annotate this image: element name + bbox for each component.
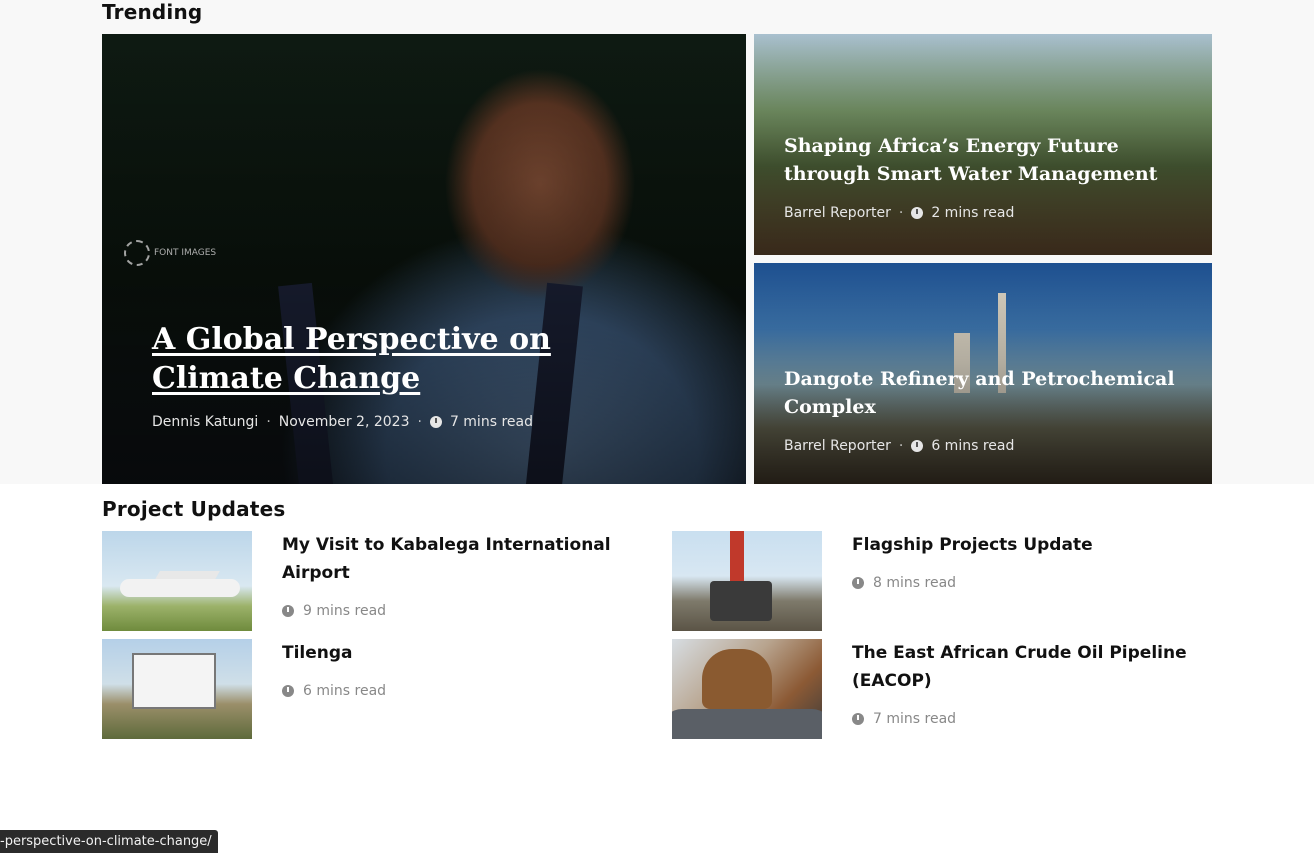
clock-icon: [911, 440, 924, 452]
article-author[interactable]: Dennis Katungi: [152, 414, 258, 430]
featured-article-meta: Dennis Katungi · November 2, 2023 · 7 mi…: [152, 414, 533, 430]
trending-article-title[interactable]: Dangote Refinery and Petrochemical Compl…: [784, 365, 1184, 421]
project-update-title[interactable]: My Visit to Kabalega International Airpo…: [282, 531, 642, 587]
project-update-meta: 7 mins read: [852, 711, 956, 727]
project-update-meta: 6 mins read: [282, 683, 386, 699]
photo-watermark: FONT IMAGES: [124, 240, 216, 266]
drilling-truck-photo[interactable]: [672, 531, 822, 631]
clock-icon: [282, 685, 294, 697]
project-update-title[interactable]: The East African Crude Oil Pipeline (EAC…: [852, 639, 1212, 695]
project-update-title[interactable]: Tilenga: [282, 639, 642, 667]
article-read-time: 6 mins read: [303, 683, 387, 699]
airplane-photo[interactable]: [102, 531, 252, 631]
image-detail: [120, 579, 240, 597]
project-update-meta: 9 mins read: [282, 603, 386, 619]
meta-separator: ·: [417, 414, 422, 430]
project-signboard-photo[interactable]: [102, 639, 252, 739]
watermark-logo-icon: [124, 240, 150, 266]
image-detail: [702, 649, 772, 709]
meta-separator: ·: [266, 414, 271, 430]
trending-heading: Trending: [102, 0, 203, 24]
project-update-title[interactable]: Flagship Projects Update: [852, 531, 1212, 559]
clock-icon: [282, 605, 294, 617]
meta-separator: ·: [898, 438, 904, 454]
image-detail: [710, 581, 772, 621]
pipeline-welder-photo[interactable]: [672, 639, 822, 739]
clock-icon: [429, 416, 442, 428]
clock-icon: [852, 577, 864, 589]
trending-article-title[interactable]: Shaping Africa’s Energy Future through S…: [784, 132, 1184, 188]
article-author[interactable]: Barrel Reporter: [784, 438, 891, 454]
meta-separator: ·: [898, 205, 904, 221]
trending-article-meta: Barrel Reporter · 2 mins read: [784, 205, 1014, 221]
project-updates-heading: Project Updates: [102, 497, 286, 521]
clock-icon: [852, 713, 864, 725]
clock-icon: [911, 207, 924, 219]
project-update-meta: 8 mins read: [852, 575, 956, 591]
article-read-time: 8 mins read: [873, 575, 957, 591]
article-read-time: 2 mins read: [931, 205, 1015, 221]
image-detail: [132, 653, 216, 709]
featured-article-title[interactable]: A Global Perspective on Climate Change: [152, 320, 672, 398]
article-author[interactable]: Barrel Reporter: [784, 205, 891, 221]
image-detail: [672, 709, 822, 739]
article-read-time: 7 mins read: [873, 711, 957, 727]
article-date: November 2, 2023: [278, 414, 410, 430]
status-bar-url: -perspective-on-climate-change/: [0, 830, 218, 853]
article-read-time: 7 mins read: [449, 414, 533, 430]
trending-article-meta: Barrel Reporter · 6 mins read: [784, 438, 1014, 454]
article-read-time: 6 mins read: [931, 438, 1015, 454]
article-read-time: 9 mins read: [303, 603, 387, 619]
watermark-text: FONT IMAGES: [154, 248, 217, 258]
